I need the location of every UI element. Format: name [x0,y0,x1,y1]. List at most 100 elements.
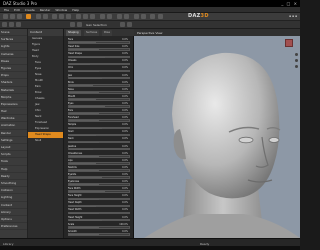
left-nav-item[interactable]: Scripts [0,151,27,159]
left-nav-item[interactable]: Props [0,72,27,80]
parameter-slider[interactable]: Face Height 0.0% [68,194,130,201]
slider-track[interactable] [68,190,130,194]
left-nav-item[interactable]: Figures [0,65,27,73]
left-nav-item[interactable]: Library [0,209,27,216]
left-nav-item[interactable]: Render [0,130,27,137]
left-nav-item[interactable]: Animation [0,122,27,130]
library-folder-item[interactable]: Skull [28,138,63,144]
view-icon[interactable] [134,14,139,19]
parameter-slider[interactable]: Nose 0.0% [68,88,130,95]
hand-icon[interactable] [9,22,14,27]
slider-track[interactable] [68,62,130,66]
slider-track[interactable] [68,154,130,158]
slider-track[interactable] [68,176,130,179]
parameter-slider[interactable]: Mouth 0.0% [68,95,130,102]
morph-icon[interactable] [117,14,122,19]
parameter-slider[interactable]: Skull 0.0% [68,130,130,137]
left-nav-item[interactable]: Poses [0,58,27,65]
new-scene-icon[interactable] [3,14,8,19]
scale-icon[interactable] [66,14,71,19]
left-nav-item[interactable]: Options [0,216,27,224]
parameter-slider[interactable]: Eyebrows 0.0% [68,180,130,187]
grid-icon[interactable] [141,14,146,19]
slider-track[interactable] [68,140,130,144]
left-nav-item[interactable]: Tools [0,158,27,166]
slider-track[interactable] [68,162,130,165]
left-nav-item[interactable]: Surfaces [0,36,27,44]
parameter-slider[interactable]: Eyes 0.0% [68,102,130,109]
slider-track[interactable] [68,76,130,80]
left-nav-item[interactable]: Morphs [0,94,27,101]
slider-track[interactable] [68,69,130,73]
slider-track[interactable] [68,218,130,222]
open-file-icon[interactable] [10,14,15,19]
toolbar-right-icons[interactable]: ▪ ▪ ▪ [289,14,297,18]
tab-pose[interactable]: Pose [102,30,113,36]
pan-control-icon[interactable] [295,59,298,62]
tool-d-icon[interactable] [127,22,132,27]
slider-track[interactable] [68,169,130,172]
slider-track[interactable] [68,98,130,101]
parameter-slider[interactable]: Cheeks 0.0% [68,59,130,66]
parameter-slider[interactable]: Head Shape 0.0% [68,52,130,59]
parameter-slider[interactable]: Scale 100.0% [68,223,130,230]
slider-track[interactable] [68,197,130,201]
left-nav-item[interactable]: Scene [0,29,27,37]
left-nav-item[interactable]: Layout [0,144,27,152]
left-nav-item[interactable]: Settings [0,137,27,144]
slider-track[interactable] [68,233,130,236]
translate-icon[interactable] [59,14,64,19]
parameter-slider[interactable]: Brow 0.0% [68,81,130,88]
prop-icon[interactable] [107,14,112,19]
left-nav-item[interactable]: Content [0,202,27,209]
view-cube-icon[interactable] [285,39,293,47]
left-nav-item[interactable]: Lighting [0,194,27,202]
light-icon[interactable] [90,14,95,19]
parameter-slider[interactable]: Jaw 0.0% [68,74,130,81]
slider-track[interactable] [68,83,130,87]
window-controls[interactable]: _ □ × [281,1,298,6]
zoom-control-icon[interactable] [295,65,298,68]
tool-a-icon[interactable] [70,22,75,27]
tab-surfaces[interactable]: Surfaces [84,30,100,36]
rotate-icon[interactable] [52,14,57,19]
slider-track[interactable] [68,112,130,115]
left-nav-item[interactable]: Lights [0,43,27,51]
zoom-icon[interactable] [16,22,21,27]
parameter-slider[interactable]: Forehead 0.0% [68,116,130,123]
tool-b-icon[interactable] [77,22,82,27]
left-nav-item[interactable]: Wardrobe [0,115,27,123]
parameter-slider[interactable]: Nostrils 0.0% [68,166,130,173]
tool-c-icon[interactable] [120,22,125,27]
parameter-slider[interactable]: Head Height 0.0% [68,216,130,223]
pose-icon[interactable] [124,14,129,19]
left-nav-item[interactable]: Expressions [0,101,27,109]
parameter-slider[interactable]: Temple 0.0% [68,123,130,130]
redo-icon[interactable] [43,14,48,19]
arrow-icon[interactable] [2,22,7,27]
slider-track[interactable] [68,225,130,229]
select-icon[interactable] [76,14,81,19]
slider-track[interactable] [68,91,130,94]
left-nav-item[interactable]: Collision [0,187,27,195]
parameter-slider[interactable]: Smooth 0.0% [68,230,130,237]
left-nav-item[interactable]: Cameras [0,51,27,58]
parameter-slider[interactable]: Head Size 0.0% [68,45,130,52]
help-icon[interactable] [158,14,163,19]
slider-track[interactable] [68,55,130,59]
left-nav-item[interactable]: Shaders [0,79,27,87]
parameter-slider[interactable]: Face 0.0% [68,38,130,45]
selection-label[interactable]: Gen Selection [86,23,107,27]
parameter-slider[interactable]: Face Width 0.0% [68,187,130,194]
left-nav-item[interactable]: Materials [0,87,27,94]
parameter-slider[interactable]: Eyelids 0.0% [68,173,130,180]
orbit-control-icon[interactable] [295,53,298,56]
parameter-slider[interactable]: Chin 0.0% [68,66,130,73]
left-nav-item[interactable]: Help [0,166,27,173]
3d-viewport[interactable]: Perspective View [134,29,300,238]
figure-icon[interactable] [100,14,105,19]
parameter-slider[interactable]: Neck 0.0% [68,137,130,144]
parameter-slider[interactable]: Head Depth 0.0% [68,201,130,208]
slider-track[interactable] [68,147,130,151]
undo-icon[interactable] [36,14,41,19]
